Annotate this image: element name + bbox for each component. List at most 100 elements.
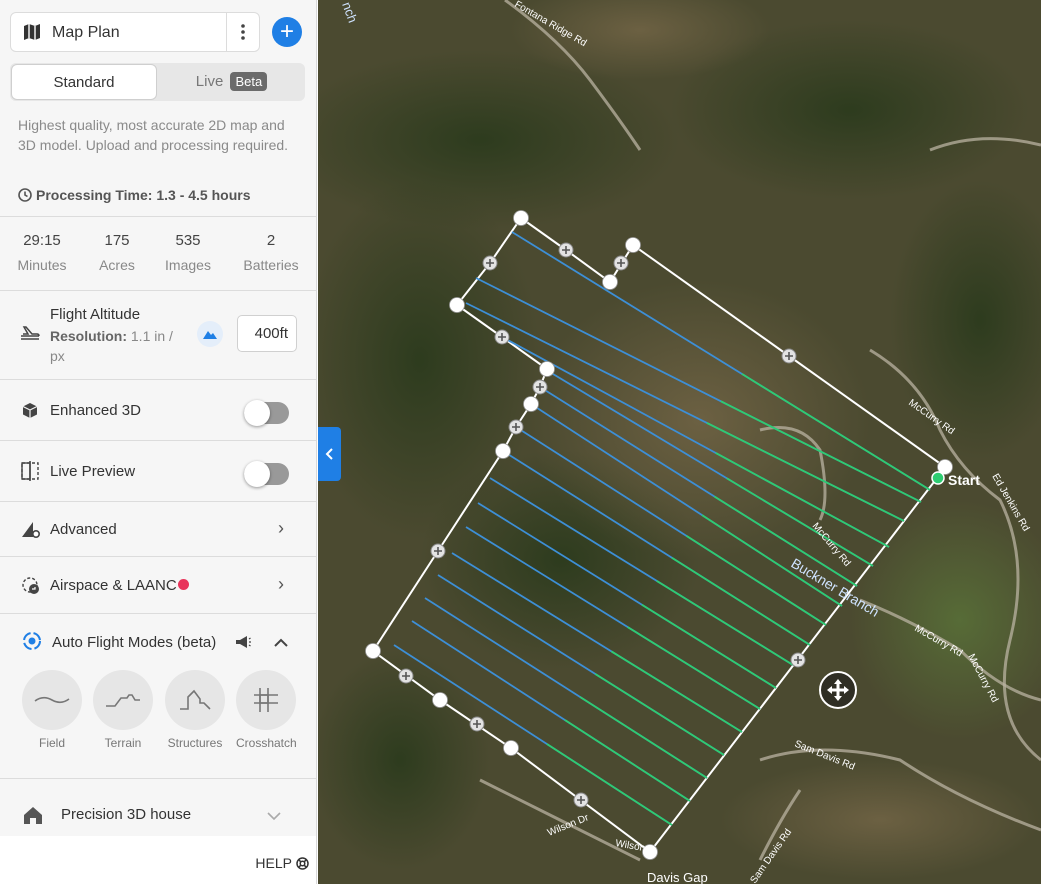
plan-title: Map Plan: [52, 24, 120, 41]
stat-value: 2: [266, 232, 276, 249]
mode-description: Highest quality, most accurate 2D map an…: [18, 117, 289, 153]
crosshatch-icon: [254, 688, 278, 712]
boundary-vertex[interactable]: [503, 740, 519, 756]
mode-field[interactable]: Field: [22, 670, 82, 750]
stat-batteries: 2 Batteries: [232, 232, 310, 273]
boundary-vertex[interactable]: [495, 443, 511, 459]
more-options-button[interactable]: [226, 13, 259, 51]
boundary-vertex[interactable]: [539, 361, 555, 377]
chevron-up-icon[interactable]: [274, 635, 288, 653]
auto-flight-modes-label: Auto Flight Modes (beta): [52, 634, 217, 651]
stat-images: 535 Images: [149, 232, 227, 273]
advanced-row[interactable]: Advanced ›: [0, 502, 316, 556]
enhanced-3d-label: Enhanced 3D: [50, 402, 141, 419]
auto-mode-icon: [21, 630, 43, 657]
resolution: Resolution: 1.1 in / px: [50, 326, 190, 366]
mode-field-button: [22, 670, 82, 730]
help-bar: HELP: [0, 836, 316, 884]
add-plan-button[interactable]: +: [272, 17, 302, 47]
move-handle[interactable]: [819, 671, 857, 709]
mode-structures[interactable]: Structures: [165, 670, 225, 750]
kebab-icon: [241, 24, 245, 40]
altitude-input[interactable]: 400ft: [237, 315, 297, 352]
map-view[interactable]: Start Fontana Ridge Rd McCurry Rd McCurr…: [318, 0, 1041, 884]
preset-label: Precision 3D house: [61, 806, 192, 823]
mode-terrain[interactable]: Terrain: [93, 670, 153, 750]
stat-label: Acres: [99, 257, 135, 273]
megaphone-icon[interactable]: [235, 635, 251, 654]
add-vertex-handle[interactable]: [494, 329, 510, 345]
tab-standard[interactable]: Standard: [11, 64, 157, 100]
stat-minutes: 29:15 Minutes: [3, 232, 81, 273]
toggle-knob: [244, 461, 270, 487]
divider: [0, 216, 316, 217]
resolution-label: Resolution:: [50, 328, 127, 344]
lifebuoy-icon: [296, 856, 309, 870]
divider: [0, 379, 316, 380]
live-preview-label: Live Preview: [50, 463, 136, 480]
enhanced-3d-toggle[interactable]: [244, 400, 289, 426]
chevron-right-icon: ›: [278, 574, 284, 594]
mode-label: Field: [38, 736, 65, 750]
boundary-vertex[interactable]: [432, 692, 448, 708]
boundary-vertex[interactable]: [449, 297, 465, 313]
flight-altitude-label: Flight Altitude: [50, 306, 141, 323]
help-button[interactable]: HELP: [255, 855, 309, 871]
add-vertex-handle[interactable]: [398, 668, 414, 684]
map-icon: [23, 24, 41, 45]
stat-label: Minutes: [17, 257, 67, 273]
chevron-right-icon: ›: [278, 518, 284, 538]
airspace-row[interactable]: Airspace & LAANC ›: [0, 557, 316, 613]
processing-time-text: Processing Time: 1.3 - 4.5 hours: [36, 187, 251, 203]
stat-label: Batteries: [243, 257, 299, 273]
auto-flight-modes-header[interactable]: Auto Flight Modes (beta): [0, 614, 316, 666]
stat-value: 29:15: [23, 232, 61, 249]
boundary-vertex[interactable]: [625, 237, 641, 253]
add-vertex-handle[interactable]: [613, 255, 629, 271]
terrain-follow-button[interactable]: [197, 321, 223, 347]
mountain-icon: [203, 331, 217, 339]
add-vertex-handle[interactable]: [469, 716, 485, 732]
add-vertex-handle[interactable]: [508, 419, 524, 435]
mode-crosshatch-button: [236, 670, 296, 730]
help-label: HELP: [255, 855, 292, 871]
stat-label: Images: [165, 257, 211, 273]
chevron-down-icon: [267, 808, 281, 826]
stat-value: 175: [104, 232, 130, 249]
house-icon: [22, 805, 44, 830]
add-vertex-handle[interactable]: [430, 543, 446, 559]
split-view-icon: [21, 461, 39, 486]
boundary-vertex[interactable]: [523, 396, 539, 412]
processing-time: Processing Time: 1.3 - 4.5 hours: [18, 187, 250, 203]
processing-mode-toggle: Standard Live Beta: [10, 63, 305, 101]
sidebar: Map Plan + Standard Live Beta Highest qu…: [0, 0, 317, 884]
add-vertex-handle[interactable]: [781, 348, 797, 364]
mode-structures-button: [165, 670, 225, 730]
wave-icon: [34, 696, 70, 704]
collapse-sidebar-button[interactable]: [318, 427, 341, 481]
boundary-vertex[interactable]: [365, 643, 381, 659]
add-vertex-handle[interactable]: [532, 379, 548, 395]
tab-live[interactable]: Live Beta: [158, 63, 305, 101]
live-preview-toggle[interactable]: [244, 461, 289, 487]
divider: [0, 290, 316, 291]
place-label: Davis Gap: [647, 870, 708, 884]
mode-crosshatch[interactable]: Crosshatch: [236, 670, 297, 750]
add-vertex-handle[interactable]: [558, 242, 574, 258]
preset-row[interactable]: Precision 3D house: [0, 779, 316, 835]
plan-selector[interactable]: Map Plan: [10, 12, 260, 52]
mode-label: Crosshatch: [236, 736, 297, 750]
cube-icon: [22, 402, 38, 424]
toggle-knob: [244, 400, 270, 426]
boundary-vertex[interactable]: [602, 274, 618, 290]
stat-value: 535: [175, 232, 201, 249]
airspace-icon: [21, 576, 41, 601]
stat-acres: 175 Acres: [78, 232, 156, 273]
mode-terrain-button: [93, 670, 153, 730]
add-vertex-handle[interactable]: [790, 652, 806, 668]
boundary-vertex[interactable]: [513, 210, 529, 226]
start-point[interactable]: [931, 471, 945, 485]
add-vertex-handle[interactable]: [482, 255, 498, 271]
add-vertex-handle[interactable]: [573, 792, 589, 808]
tab-live-label: Live: [195, 73, 224, 90]
